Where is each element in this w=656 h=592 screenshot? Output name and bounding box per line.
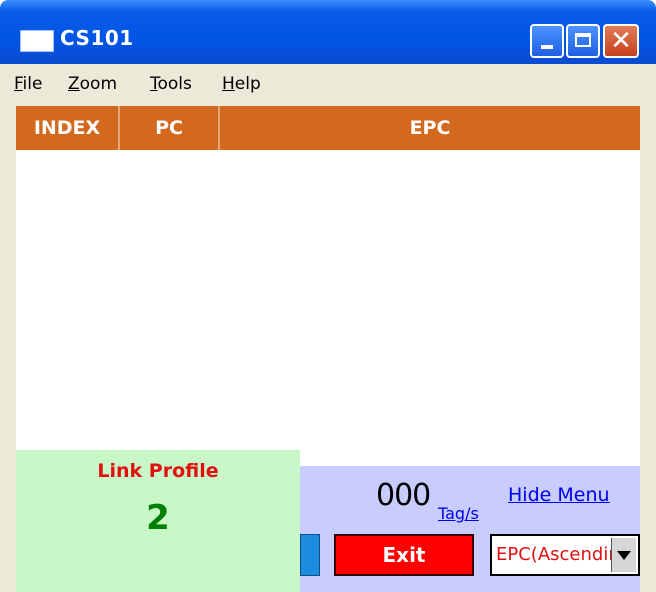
maximize-button[interactable]: [566, 24, 600, 58]
sort-order-value: EPC(Ascending): [496, 544, 614, 565]
link-profile-panel[interactable]: Link Profile 2: [16, 450, 300, 592]
exit-button[interactable]: Exit: [334, 534, 474, 576]
menu-tools[interactable]: Tools: [150, 74, 192, 94]
title-bar[interactable]: CS101 ✕: [0, 0, 656, 64]
close-icon: ✕: [610, 26, 632, 56]
table-header: INDEX PC EPC: [16, 106, 640, 150]
column-pc[interactable]: PC: [120, 106, 218, 150]
menu-zoom[interactable]: Zoom: [68, 74, 117, 94]
tag-rate-value: 000: [376, 478, 431, 513]
link-profile-title: Link Profile: [97, 460, 219, 482]
column-index[interactable]: INDEX: [16, 106, 118, 150]
menu-file[interactable]: File: [14, 74, 42, 94]
link-profile-value: 2: [146, 498, 170, 538]
hide-menu-link[interactable]: Hide Menu: [508, 484, 610, 506]
window-title: CS101: [60, 26, 134, 50]
app-window: CS101 ✕ File Zoom Tools Help INDEX PC EP…: [0, 0, 656, 592]
window-icon: [20, 30, 54, 52]
sort-order-select[interactable]: EPC(Ascending): [490, 534, 640, 576]
minimize-icon: [541, 45, 553, 49]
tag-rate-unit-link[interactable]: Tag/s: [438, 504, 479, 523]
minimize-button[interactable]: [530, 24, 564, 58]
maximize-icon: [575, 33, 591, 47]
column-epc[interactable]: EPC: [220, 106, 640, 150]
chevron-down-icon[interactable]: [611, 538, 636, 572]
menu-help[interactable]: Help: [222, 74, 261, 94]
tag-list[interactable]: INDEX PC EPC 000 Tag/s Hide Menu Exit EP…: [16, 106, 640, 592]
close-button[interactable]: ✕: [603, 24, 639, 58]
start-button[interactable]: [300, 534, 320, 576]
menu-bar: File Zoom Tools Help: [0, 64, 656, 106]
